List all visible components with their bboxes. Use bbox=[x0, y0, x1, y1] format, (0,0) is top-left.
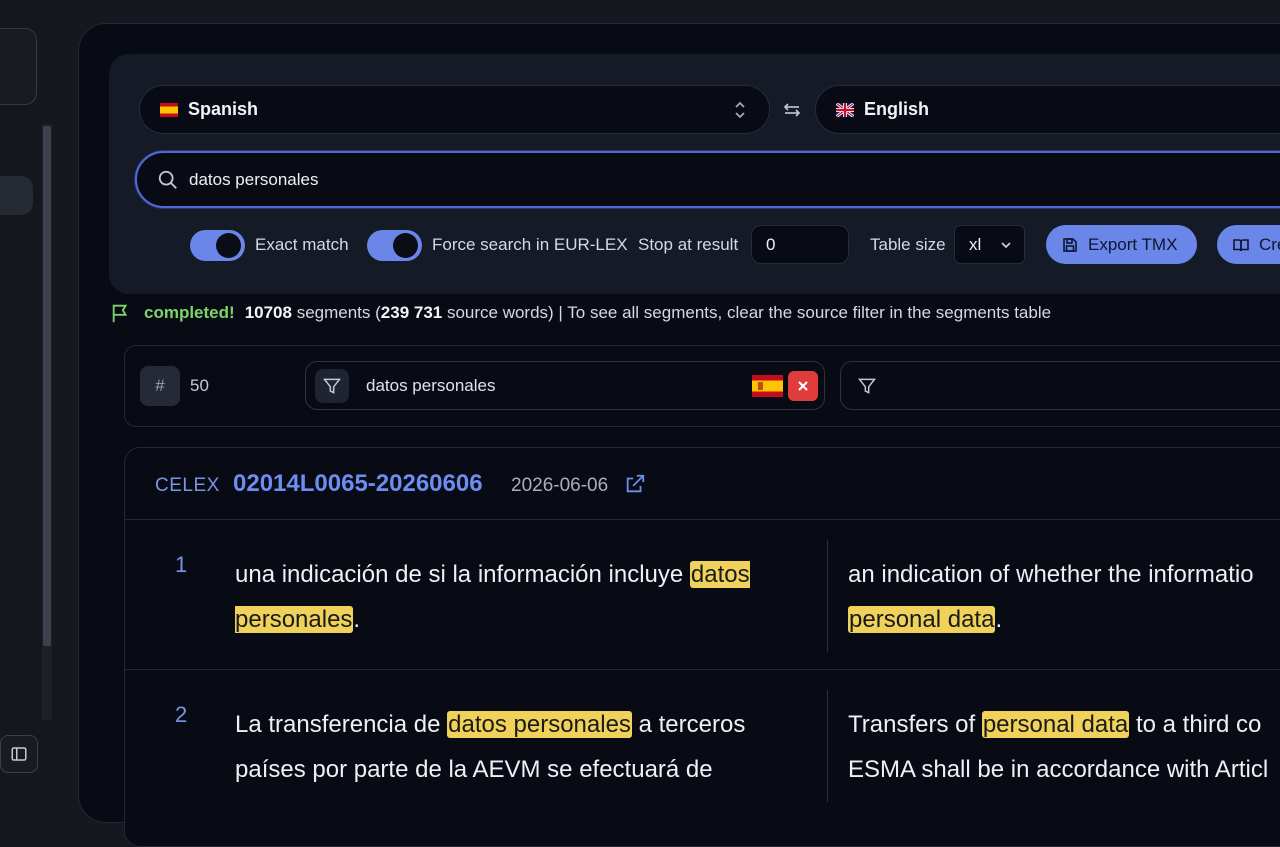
sidebar bbox=[0, 0, 62, 800]
swap-languages-icon[interactable] bbox=[782, 100, 802, 120]
search-input[interactable]: datos personales bbox=[135, 151, 1280, 208]
force-eurlex-option: Force search in EUR-LEX bbox=[367, 225, 628, 265]
search-query-text: datos personales bbox=[189, 169, 319, 189]
filter-icon bbox=[322, 378, 342, 394]
source-filter-button[interactable] bbox=[315, 369, 349, 403]
status-suffix: source words) | To see all segments, cle… bbox=[442, 303, 1052, 322]
segment-target-end: to a third co bbox=[1129, 711, 1262, 738]
external-link-icon[interactable] bbox=[624, 473, 646, 495]
force-eurlex-label: Force search in EUR-LEX bbox=[432, 235, 628, 254]
create-label: Cre bbox=[1259, 234, 1280, 254]
es-flag-icon bbox=[160, 102, 178, 117]
target-filter-box[interactable] bbox=[840, 361, 1280, 410]
document-header: CELEX 02014L0065-20260606 2026-06-06 bbox=[125, 448, 1280, 520]
column-divider bbox=[827, 690, 828, 802]
search-highlight: datos personales bbox=[447, 711, 632, 738]
exact-match-label: Exact match bbox=[255, 235, 349, 254]
force-eurlex-toggle[interactable] bbox=[367, 229, 422, 261]
segment-number: 1 bbox=[175, 552, 188, 577]
segment-target-end: . bbox=[995, 606, 1003, 633]
target-language-select[interactable]: English bbox=[815, 85, 1280, 134]
status-line: completed! 10708 segments ( 239 731 sour… bbox=[110, 300, 1051, 326]
segment-source: La transferencia de datos personales a t… bbox=[235, 702, 795, 792]
close-icon bbox=[798, 381, 808, 391]
chevron-up-down-icon bbox=[735, 101, 745, 119]
panel-left-icon bbox=[11, 747, 27, 761]
status-state: completed! bbox=[144, 303, 235, 322]
flag-icon bbox=[112, 304, 128, 323]
create-button[interactable]: Cre bbox=[1217, 225, 1280, 264]
search-icon bbox=[158, 170, 177, 189]
results-table: CELEX 02014L0065-20260606 2026-06-06 1 u… bbox=[124, 447, 1280, 847]
clear-source-filter-button[interactable] bbox=[788, 371, 818, 401]
document-date: 2026-06-06 bbox=[511, 475, 609, 496]
filter-icon bbox=[857, 378, 877, 394]
segment-source: una indicación de si la información incl… bbox=[235, 552, 795, 642]
table-size-value: xl bbox=[969, 234, 982, 254]
gb-flag-icon bbox=[836, 102, 854, 117]
target-language-label: English bbox=[864, 99, 930, 119]
segment-target: an indication of whether the informatio p… bbox=[848, 552, 1280, 642]
segment-source-text: La transferencia de bbox=[235, 711, 448, 738]
segment-target-text: Transfers of bbox=[848, 711, 982, 738]
target-filter-button[interactable] bbox=[850, 369, 884, 403]
table-size-label: Table size bbox=[870, 225, 946, 265]
celex-id-link[interactable]: 02014L0065-20260606 bbox=[233, 470, 483, 498]
result-count: 50 bbox=[190, 376, 209, 395]
sidebar-header-box[interactable] bbox=[0, 28, 37, 105]
segment-target-text: an indication of whether the informatio bbox=[848, 561, 1254, 588]
exact-match-option: Exact match bbox=[190, 225, 349, 265]
sidebar-active-item[interactable] bbox=[0, 176, 33, 215]
source-language-select[interactable]: Spanish bbox=[139, 85, 770, 134]
save-icon bbox=[1063, 237, 1077, 252]
stop-at-label: Stop at result bbox=[638, 225, 738, 265]
stop-at-input[interactable]: 0 bbox=[751, 225, 849, 264]
segment-number: 2 bbox=[175, 702, 188, 727]
segment-target: Transfers of personal data to a third co… bbox=[848, 702, 1280, 792]
es-flag-icon bbox=[752, 375, 783, 397]
celex-label: CELEX bbox=[155, 475, 220, 496]
table-size-label-text: Table size bbox=[870, 235, 946, 254]
segments-count: 10708 bbox=[244, 303, 292, 322]
table-row: 1 una indicación de si la información in… bbox=[125, 520, 1280, 670]
export-tmx-label: Export TMX bbox=[1088, 234, 1178, 254]
table-size-select[interactable]: xl bbox=[954, 225, 1025, 264]
sidebar-scrollbar-thumb[interactable] bbox=[43, 126, 51, 646]
segment-source-end: . bbox=[353, 606, 361, 633]
exact-match-toggle[interactable] bbox=[190, 229, 245, 261]
source-language-label: Spanish bbox=[188, 99, 259, 119]
search-highlight: personal data bbox=[981, 711, 1130, 738]
column-divider bbox=[827, 540, 828, 652]
book-open-icon bbox=[1233, 238, 1249, 251]
source-filter-text: datos personales bbox=[366, 376, 496, 395]
source-filter-box[interactable]: datos personales bbox=[305, 361, 825, 410]
export-tmx-button[interactable]: Export TMX bbox=[1046, 225, 1197, 264]
segment-source-text: una indicación de si la información incl… bbox=[235, 561, 690, 588]
stop-at-label-text: Stop at result bbox=[638, 235, 739, 254]
words-count: 239 731 bbox=[380, 303, 443, 322]
row-number-header: # bbox=[140, 366, 180, 406]
segment-target-line2: ESMA shall be in accordance with Articl bbox=[848, 756, 1269, 783]
chevron-down-icon bbox=[1001, 242, 1011, 249]
search-highlight: personal data bbox=[848, 606, 996, 633]
sidebar-toggle-button[interactable] bbox=[0, 735, 38, 773]
table-row: 2 La transferencia de datos personales a… bbox=[125, 670, 1280, 846]
segments-word: segments ( bbox=[291, 303, 381, 322]
